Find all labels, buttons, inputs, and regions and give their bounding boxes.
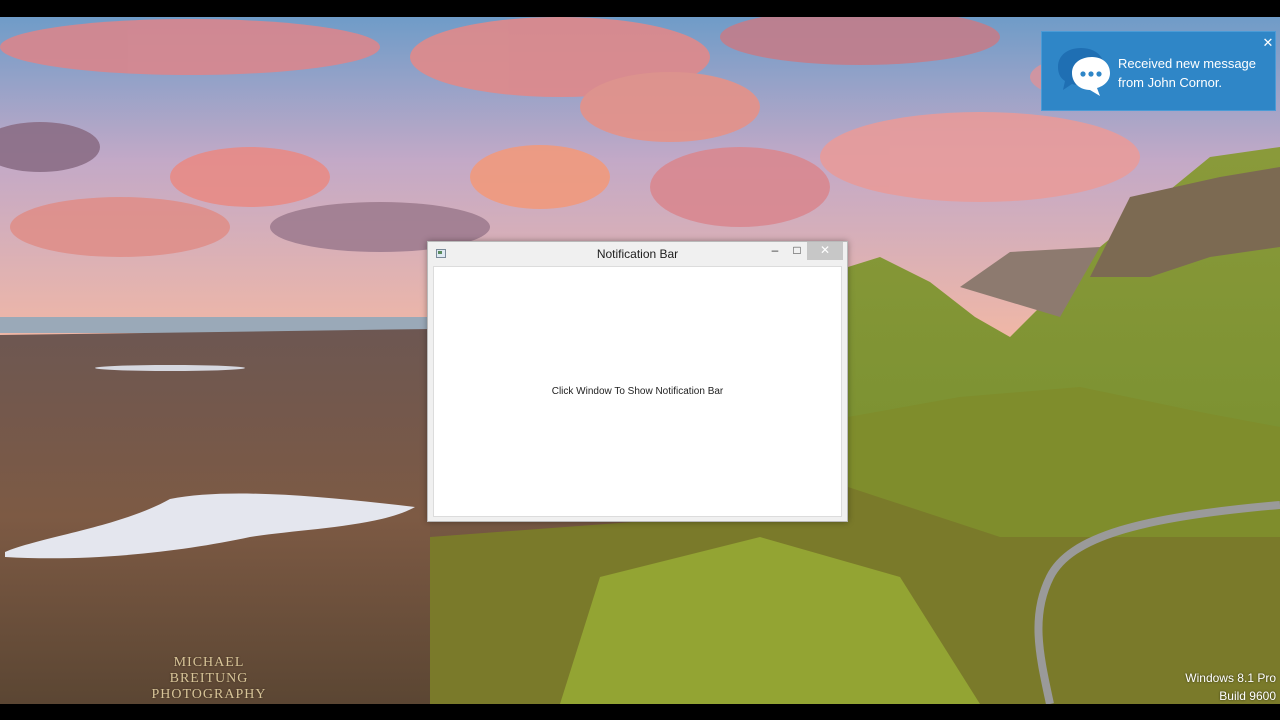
notification-line-1: Received new message [1118, 56, 1257, 71]
os-version-line-1: Windows 8.1 Pro [1185, 671, 1276, 685]
chat-bubbles-icon [1058, 48, 1110, 96]
window-titlebar[interactable]: Notification Bar – □ ✕ [428, 242, 847, 266]
os-version-line-2: Build 9600 [1219, 689, 1276, 703]
watermark-line-1: MICHAEL BREITUNG [169, 655, 249, 686]
photographer-watermark: MICHAEL BREITUNG PHOTOGRAPHY [134, 655, 284, 703]
maximize-button[interactable]: □ [786, 242, 808, 260]
window-client-area[interactable]: Click Window To Show Notification Bar [433, 266, 842, 517]
letterbox-bottom [0, 704, 1280, 720]
instruction-label: Click Window To Show Notification Bar [551, 386, 724, 397]
app-window[interactable]: Notification Bar – □ ✕ Click Window To S… [427, 241, 848, 522]
close-button[interactable]: ✕ [807, 242, 843, 260]
letterbox-top [0, 0, 1280, 17]
notification-close-button[interactable]: ✕ [1260, 35, 1276, 51]
os-version-badge: Windows 8.1 Pro Build 9600 [1185, 669, 1276, 704]
notification-line-2: from John Cornor. [1118, 75, 1223, 90]
notification-toast[interactable]: Received new message from John Cornor. ✕ [1041, 31, 1276, 111]
notification-message: Received new message from John Cornor. [1118, 54, 1268, 92]
watermark-line-2: PHOTOGRAPHY [151, 687, 267, 702]
minimize-button[interactable]: – [764, 242, 786, 260]
